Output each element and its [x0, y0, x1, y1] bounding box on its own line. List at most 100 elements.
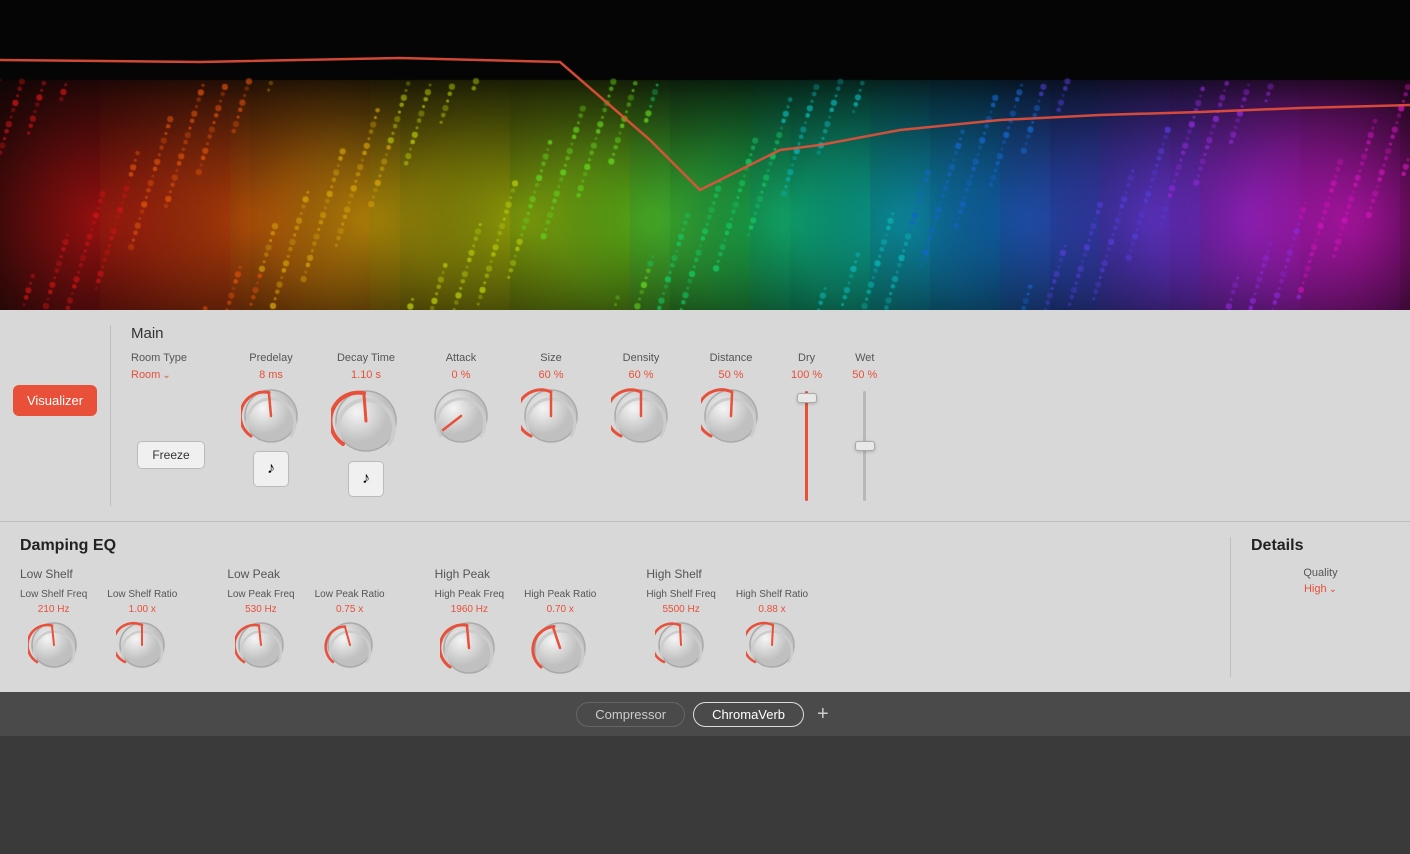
main-title: Main [131, 325, 1390, 342]
low-peak-ratio-value: 0.75 x [336, 604, 363, 615]
visualizer-button[interactable]: Visualizer [13, 385, 97, 416]
wet-track [863, 391, 866, 501]
low-peak-ratio-knob[interactable] [324, 619, 376, 671]
high-peak-ratio-param: High Peak Ratio 0.70 x [524, 589, 596, 677]
details-title: Details [1251, 537, 1390, 555]
size-knob[interactable] [521, 386, 581, 446]
distance-knob[interactable] [701, 386, 761, 446]
footer: Compressor ChromaVerb + [0, 692, 1410, 736]
high-shelf-freq-value: 5500 Hz [662, 604, 699, 615]
low-shelf-ratio-param: Low Shelf Ratio 1.00 x [107, 589, 177, 671]
low-shelf-freq-param: Low Shelf Freq 210 Hz [20, 589, 87, 671]
high-peak-title: High Peak [435, 567, 597, 581]
size-value: 60 % [538, 369, 563, 381]
high-peak-group: High Peak High Peak Freq 1960 Hz [435, 567, 597, 677]
density-knob[interactable] [611, 386, 671, 446]
predelay-group: Predelay 8 ms ♪ [241, 352, 301, 487]
high-shelf-freq-knob[interactable] [655, 619, 707, 671]
low-peak-freq-knob[interactable] [235, 619, 287, 671]
room-type-group: Room Type Room [131, 352, 211, 381]
damping-eq-title: Damping EQ [20, 537, 1230, 555]
high-shelf-ratio-label: High Shelf Ratio [736, 589, 808, 600]
attack-value: 0 % [452, 369, 471, 381]
predelay-knob[interactable] [241, 386, 301, 446]
visualizer-btn-area: Visualizer [0, 325, 110, 416]
decay-time-knob[interactable] [331, 386, 401, 456]
density-value: 60 % [628, 369, 653, 381]
density-group: Density 60 % [611, 352, 671, 446]
distance-group: Distance 50 % [701, 352, 761, 446]
density-label: Density [623, 352, 660, 364]
bottom-section: Damping EQ Low Shelf Low Shelf Freq 210 … [0, 522, 1410, 692]
wet-slider[interactable] [853, 386, 877, 506]
decay-time-value: 1.10 s [351, 369, 381, 381]
damping-eq-section: Damping EQ Low Shelf Low Shelf Freq 210 … [20, 537, 1230, 677]
predelay-note-btn[interactable]: ♪ [253, 451, 289, 487]
dry-track [805, 391, 808, 501]
low-shelf-ratio-knob[interactable] [116, 619, 168, 671]
wet-slider-group: Wet 50 % [852, 352, 877, 506]
dry-slider[interactable] [795, 386, 819, 506]
visualizer-display [0, 0, 1410, 310]
high-shelf-params: High Shelf Freq 5500 Hz High Shelf Ratio [646, 589, 808, 671]
low-shelf-params: Low Shelf Freq 210 Hz Low Shelf Ratio 1.… [20, 589, 177, 671]
size-label: Size [540, 352, 561, 364]
low-shelf-freq-label: Low Shelf Freq [20, 589, 87, 600]
high-peak-params: High Peak Freq 1960 Hz High Peak Ratio 0… [435, 589, 597, 677]
low-shelf-freq-value: 210 Hz [38, 604, 70, 615]
high-peak-freq-knob[interactable] [440, 619, 498, 677]
decay-time-label: Decay Time [337, 352, 395, 364]
dry-thumb[interactable] [797, 393, 817, 403]
low-peak-ratio-label: Low Peak Ratio [315, 589, 385, 600]
main-controls: Main Room Type Room Freeze Predelay 8 ms [110, 325, 1390, 506]
quality-value[interactable]: High [1304, 583, 1337, 595]
decay-time-group: Decay Time 1.10 s ♪ [331, 352, 401, 497]
low-peak-freq-param: Low Peak Freq 530 Hz [227, 589, 294, 671]
high-peak-ratio-knob[interactable] [531, 619, 589, 677]
dry-label: Dry [798, 352, 815, 364]
predelay-value: 8 ms [259, 369, 283, 381]
room-type-value[interactable]: Room [131, 369, 171, 381]
low-peak-freq-label: Low Peak Freq [227, 589, 294, 600]
chromaverb-tab[interactable]: ChromaVerb [693, 702, 804, 727]
add-plugin-button[interactable]: + [812, 703, 834, 726]
low-peak-freq-value: 530 Hz [245, 604, 277, 615]
low-peak-title: Low Peak [227, 567, 384, 581]
high-peak-ratio-value: 0.70 x [547, 604, 574, 615]
wet-thumb[interactable] [855, 441, 875, 451]
high-shelf-freq-param: High Shelf Freq 5500 Hz [646, 589, 715, 671]
high-shelf-freq-label: High Shelf Freq [646, 589, 715, 600]
high-shelf-ratio-param: High Shelf Ratio 0.88 x [736, 589, 808, 671]
predelay-label: Predelay [249, 352, 292, 364]
decay-note-btn[interactable]: ♪ [348, 461, 384, 497]
low-shelf-freq-knob[interactable] [28, 619, 80, 671]
main-section: Visualizer Main Room Type Room Freeze Pr… [0, 310, 1410, 521]
high-shelf-title: High Shelf [646, 567, 808, 581]
freeze-button[interactable]: Freeze [137, 441, 204, 469]
low-shelf-title: Low Shelf [20, 567, 177, 581]
distance-label: Distance [710, 352, 753, 364]
eq-groups: Low Shelf Low Shelf Freq 210 Hz [20, 567, 1230, 677]
compressor-tab[interactable]: Compressor [576, 702, 685, 727]
attack-label: Attack [446, 352, 477, 364]
controls-row: Room Type Room Freeze Predelay 8 ms [131, 352, 1390, 506]
size-group: Size 60 % [521, 352, 581, 446]
low-peak-group: Low Peak Low Peak Freq 530 Hz [227, 567, 384, 677]
low-shelf-ratio-value: 1.00 x [129, 604, 156, 615]
high-shelf-ratio-knob[interactable] [746, 619, 798, 671]
wet-value: 50 % [852, 369, 877, 381]
high-peak-freq-value: 1960 Hz [451, 604, 488, 615]
details-section: Details Quality High [1230, 537, 1390, 677]
dry-slider-group: Dry 100 % [791, 352, 822, 506]
high-peak-freq-label: High Peak Freq [435, 589, 504, 600]
high-peak-ratio-label: High Peak Ratio [524, 589, 596, 600]
dry-value: 100 % [791, 369, 822, 381]
spectrum-canvas [0, 0, 1410, 310]
low-shelf-group: Low Shelf Low Shelf Freq 210 Hz [20, 567, 177, 677]
quality-label: Quality [1303, 567, 1337, 579]
freeze-group: Freeze [131, 391, 211, 469]
attack-knob[interactable] [431, 386, 491, 446]
high-peak-freq-param: High Peak Freq 1960 Hz [435, 589, 504, 677]
low-peak-ratio-param: Low Peak Ratio 0.75 x [315, 589, 385, 671]
room-type-label: Room Type [131, 352, 187, 364]
